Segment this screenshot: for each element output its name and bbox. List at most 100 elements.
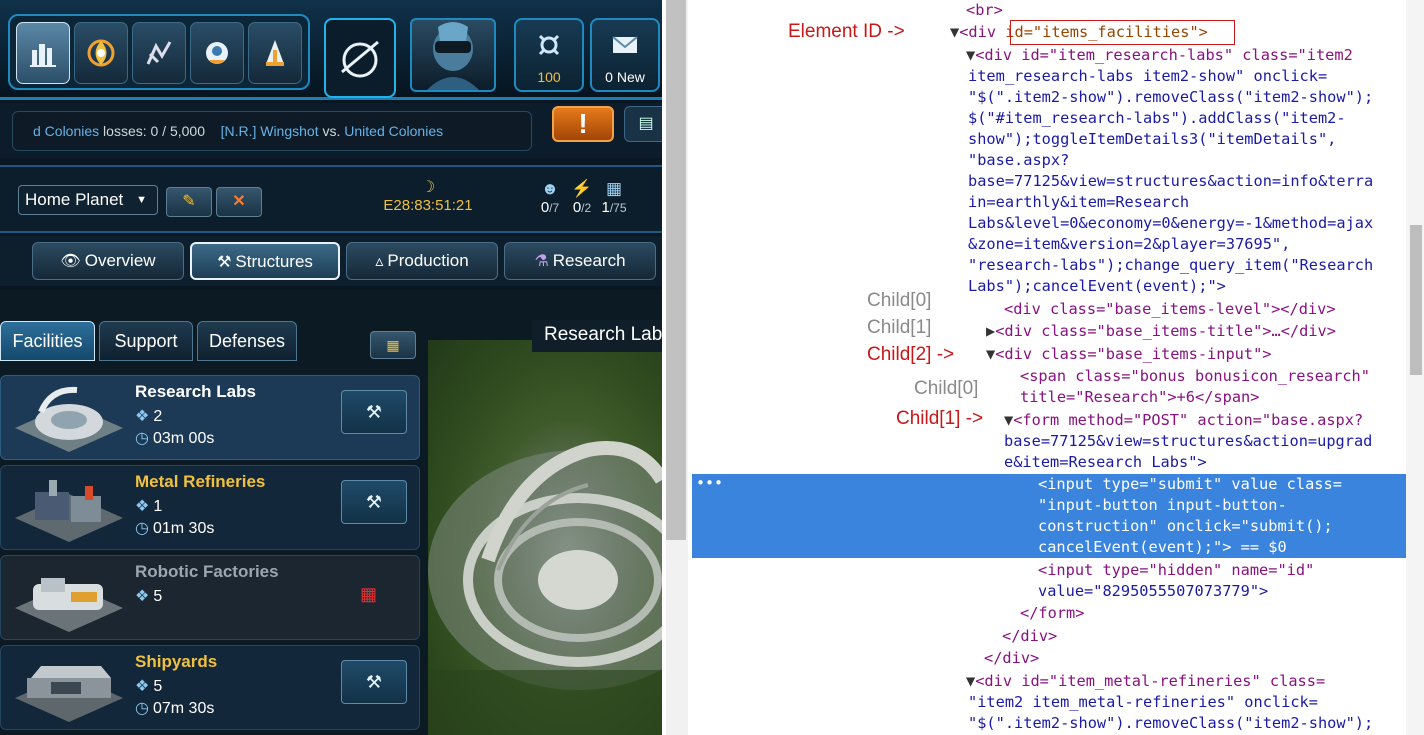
tab-production-label: Production xyxy=(387,251,469,270)
code-line[interactable]: "item2 item_metal-refineries" onclick= xyxy=(968,692,1318,713)
item-level-line: ❖ 5 xyxy=(135,586,162,606)
notes-icon[interactable]: ▤ xyxy=(624,106,662,142)
item-time: 07m 30s xyxy=(152,700,215,717)
edit-planet-icon[interactable]: ✎ xyxy=(166,187,212,217)
devtools-scrollbar[interactable] xyxy=(1406,0,1424,735)
code-line[interactable]: item_research-labs item2-show" onclick= xyxy=(968,66,1327,87)
credits-stat[interactable]: 100 xyxy=(514,18,584,92)
guild-icon[interactable] xyxy=(248,22,302,84)
tab-defenses[interactable]: Defenses xyxy=(197,321,297,361)
area-max: /75 xyxy=(609,201,627,215)
empire-icon[interactable] xyxy=(74,22,128,84)
code-line[interactable]: $("#item_research-labs").addClass("item2… xyxy=(968,108,1346,129)
code-line[interactable]: </div> xyxy=(1002,626,1057,647)
code-line[interactable]: in=earthly&item=Research xyxy=(968,192,1189,213)
planet-select[interactable]: Home Planet ▼ xyxy=(18,185,158,215)
code-line[interactable]: "$(".item2-show").removeClass("item2-sho… xyxy=(968,87,1373,108)
code-line[interactable]: </div> xyxy=(984,648,1039,669)
code-line[interactable]: "base.aspx? xyxy=(968,150,1069,171)
tab-production[interactable]: ▵ Production xyxy=(346,242,498,280)
commander-icon[interactable] xyxy=(190,22,244,84)
expand-triangle-icon[interactable]: ▼ xyxy=(986,345,995,363)
code-line[interactable]: Labs");cancelEvent(event);"> xyxy=(968,276,1226,297)
build-button[interactable]: ⚒ xyxy=(341,390,407,434)
list-item-robotic-factories[interactable]: Robotic Factories ❖ 5 ▦ xyxy=(0,555,420,640)
code-text: "item2 item_metal-refineries" onclick= xyxy=(968,693,1318,711)
item-level-line: ❖ 2 xyxy=(135,406,162,426)
more-options-icon[interactable]: ••• xyxy=(696,474,723,492)
tab-structures[interactable]: ⚒ Structures xyxy=(190,242,340,280)
requirements-icon[interactable]: ▦ xyxy=(360,584,377,605)
code-line[interactable]: </form> xyxy=(1020,603,1084,624)
tab-research[interactable]: ⚗ Research xyxy=(504,242,656,280)
code-line[interactable]: ▶<div class="base_items-title">…</div> xyxy=(986,321,1336,342)
code-line[interactable]: <br> xyxy=(966,0,1003,21)
code-line: "input-button input-button- xyxy=(1038,495,1287,516)
area-grid-icon: ▦ xyxy=(605,179,623,198)
structures-panel: Facilities Support Defenses ▦ Research L… xyxy=(0,290,662,735)
code-line[interactable]: ▼<div id="item_research-labs" class="ite… xyxy=(966,45,1353,66)
code-line[interactable]: <span class="bonus bonusicon_research" xyxy=(1020,366,1370,387)
item-name: Research Labs xyxy=(135,382,256,401)
planet-bar: Home Planet ▼ ✎ ✕ ☽ E28:83:51:21 ☻ 0/7 ⚡… xyxy=(0,165,662,233)
annotation-child2: Child[2] -> xyxy=(867,344,955,365)
alert-button[interactable]: ! xyxy=(552,106,614,142)
close-icon[interactable]: ✕ xyxy=(216,187,262,217)
code-line[interactable]: "$(".item2-show").removeClass("item2-sho… xyxy=(968,713,1373,734)
galaxy-map-button[interactable] xyxy=(324,18,396,98)
bases-icon[interactable] xyxy=(16,22,70,84)
commander-avatar[interactable] xyxy=(410,18,496,92)
envelope-icon xyxy=(612,36,638,53)
item-level-line: ❖ 5 xyxy=(135,676,162,696)
list-item-metal-refineries[interactable]: Metal Refineries ❖ 1 ◷ 01m 30s ⚒ xyxy=(0,465,420,550)
tech-tree-icon[interactable]: ▦ xyxy=(370,331,416,359)
tab-facilities[interactable]: Facilities xyxy=(0,321,95,361)
tab-support[interactable]: Support xyxy=(99,321,193,361)
code-line[interactable]: &zone=item&version=2&player=37695", xyxy=(968,234,1290,255)
collapsed-triangle-icon[interactable]: ▶ xyxy=(986,322,995,340)
code-line[interactable]: "research-labs");change_query_item("Rese… xyxy=(968,255,1373,276)
credits-icon: ❖ xyxy=(135,408,150,425)
battle-ticker[interactable]: d Colonies losses: 0 / 5,000 [N.R.] Wing… xyxy=(12,111,532,151)
area-stat: ▦ 1/75 xyxy=(594,179,634,216)
structure-preview-image xyxy=(428,340,662,735)
expand-triangle-icon[interactable]: ▼ xyxy=(1004,411,1013,429)
code-line[interactable]: <div class="base_items-level"></div> xyxy=(1004,299,1336,320)
code-line[interactable]: ▼<form method="POST" action="base.aspx? xyxy=(1004,410,1363,431)
code-line[interactable]: title="Research">+6</span> xyxy=(1020,387,1259,408)
code-line[interactable]: base=77125&view=structures&action=info&t… xyxy=(968,171,1373,192)
game-scrollbar[interactable] xyxy=(662,0,692,735)
code-line[interactable]: base=77125&view=structures&action=upgrad xyxy=(1004,431,1372,452)
code-line[interactable]: show");toggleItemDetails3("itemDetails", xyxy=(968,129,1336,150)
build-button[interactable]: ⚒ xyxy=(341,480,407,524)
code-text: cancelEvent(event);"> == $0 xyxy=(1038,538,1287,556)
fleets-icon[interactable] xyxy=(132,22,186,84)
selected-element-row[interactable]: ••• <input type="submit" value class= "i… xyxy=(692,474,1406,558)
expand-triangle-icon[interactable]: ▼ xyxy=(966,46,975,64)
messages-stat[interactable]: 0 New xyxy=(590,18,660,92)
code-text: "$(".item2-show").removeClass("item2-sho… xyxy=(968,714,1374,732)
devtools-scrollbar-thumb[interactable] xyxy=(1410,225,1422,375)
code-text: show");toggleItemDetails3("itemDetails", xyxy=(968,130,1337,148)
scrollbar-thumb[interactable] xyxy=(666,0,686,540)
code-line[interactable]: ▼<div id="item_metal-refineries" class= xyxy=(966,671,1325,692)
code-line[interactable]: <input type="hidden" name="id" xyxy=(1038,560,1314,581)
code-line[interactable]: ▼<div class="base_items-input"> xyxy=(986,344,1272,365)
clock-icon: ◷ xyxy=(135,430,149,447)
code-line[interactable]: value="8295055507073779"> xyxy=(1038,581,1268,602)
code-text: &zone=item&version=2&player=37695", xyxy=(968,235,1291,253)
ticker-vs: vs. xyxy=(318,123,345,139)
item-level-line: ❖ 1 xyxy=(135,496,162,516)
expand-triangle-icon[interactable]: ▼ xyxy=(966,672,975,690)
code-line[interactable]: e&item=Research Labs"> xyxy=(1004,452,1207,473)
code-text: <div class="base_items-level"></div> xyxy=(1004,300,1336,318)
tab-overview[interactable]: 👁 Overview xyxy=(32,242,184,280)
build-button[interactable]: ⚒ xyxy=(341,660,407,704)
population-max: /7 xyxy=(549,201,560,215)
code-line: cancelEvent(event);"> == $0 xyxy=(1038,537,1287,558)
list-item-research-labs[interactable]: Research Labs ❖ 2 ◷ 03m 00s ⚒ xyxy=(0,375,420,460)
code-line[interactable]: Labs&level=0&economy=0&energy=-1&method=… xyxy=(968,213,1373,234)
list-item-shipyards[interactable]: Shipyards ❖ 5 ◷ 07m 30s ⚒ xyxy=(0,645,420,730)
expand-triangle-icon[interactable]: ▼ xyxy=(950,23,959,41)
population-value: 0 xyxy=(540,199,550,216)
